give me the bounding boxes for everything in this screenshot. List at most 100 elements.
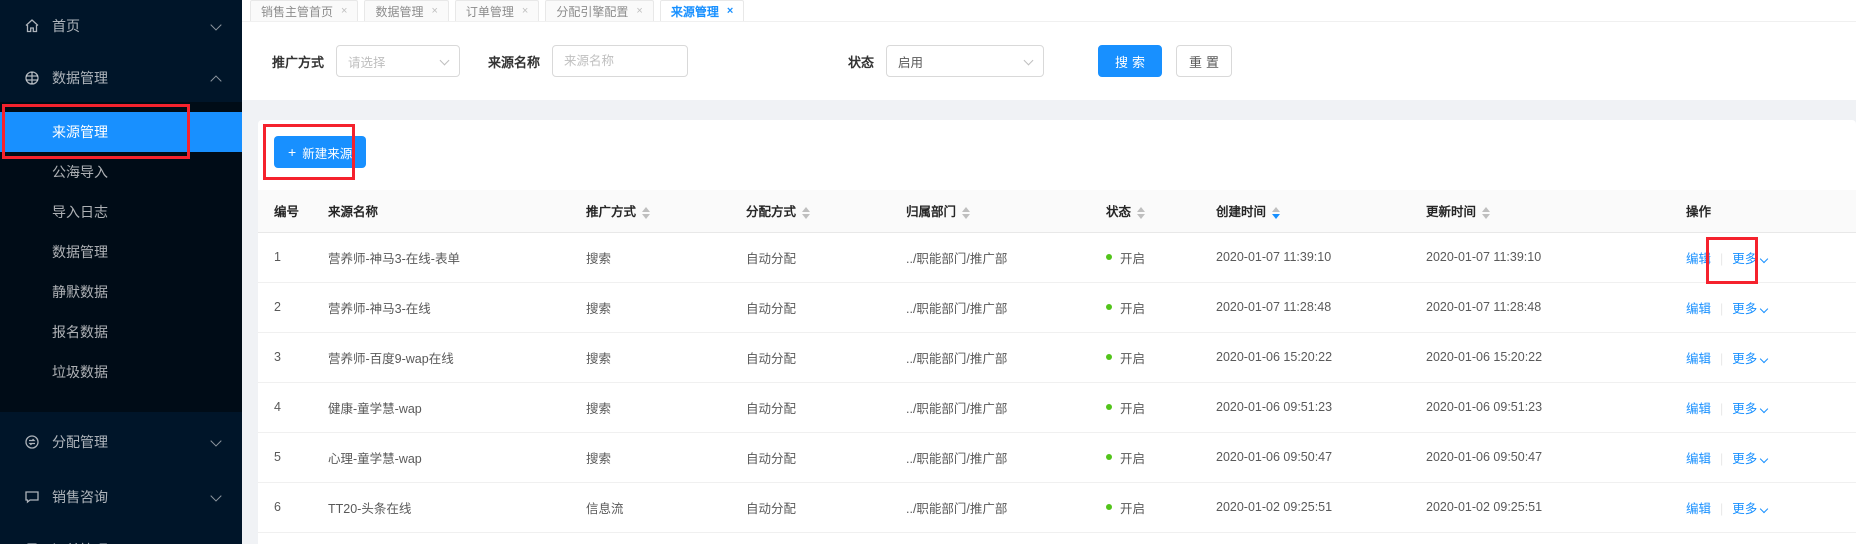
cell-source-name: 营养师-百度9-wap在线 bbox=[312, 332, 570, 383]
edit-link[interactable]: 编辑 bbox=[1686, 402, 1711, 416]
cell-dept: ../职能部门/推广部 bbox=[890, 432, 1090, 483]
edit-link[interactable]: 编辑 bbox=[1686, 252, 1711, 266]
close-icon[interactable]: × bbox=[341, 5, 347, 17]
more-link[interactable]: 更多 bbox=[1732, 402, 1768, 416]
cell-id: 1 bbox=[258, 232, 312, 283]
cell-dept: ../职能部门/推广部 bbox=[890, 382, 1090, 433]
home-icon bbox=[24, 18, 40, 34]
more-link[interactable]: 更多 bbox=[1732, 252, 1768, 266]
status-dot-icon bbox=[1106, 304, 1112, 310]
cell-id: 6 bbox=[258, 482, 312, 533]
sidebar-item-assign-management[interactable]: 分配管理 bbox=[0, 418, 242, 466]
status-select[interactable]: 启用 bbox=[886, 45, 1045, 77]
more-link[interactable]: 更多 bbox=[1732, 302, 1768, 316]
reset-button[interactable]: 重置 bbox=[1176, 45, 1233, 77]
cell-created: 2020-01-06 09:51:23 bbox=[1200, 382, 1410, 433]
sidebar-item-data-management[interactable]: 数据管理 bbox=[0, 54, 242, 102]
tab-label: 销售主管首页 bbox=[261, 4, 334, 19]
promo-method-select[interactable]: 请选择 bbox=[336, 45, 461, 77]
source-name-input[interactable] bbox=[552, 45, 689, 77]
sidebar-item-import-log[interactable]: 导入日志 bbox=[0, 192, 242, 232]
more-link[interactable]: 更多 bbox=[1732, 502, 1768, 516]
main-area: 销售主管首页 × 数据管理 × 订单管理 × 分配引擎配置 × 来源管理 × 推… bbox=[242, 0, 1856, 544]
close-icon[interactable]: × bbox=[431, 5, 437, 17]
edit-link[interactable]: 编辑 bbox=[1686, 302, 1711, 316]
sidebar-item-highseas-import[interactable]: 公海导入 bbox=[0, 152, 242, 192]
sidebar-item-silent-data[interactable]: 静默数据 bbox=[0, 272, 242, 312]
link-divider: | bbox=[1720, 251, 1724, 266]
cell-id: 2 bbox=[258, 282, 312, 333]
cell-assign: 自动分配 bbox=[730, 282, 890, 333]
cell-created: 2020-01-07 11:39:10 bbox=[1200, 232, 1410, 283]
tab-label: 分配引擎配置 bbox=[556, 4, 629, 19]
sidebar-item-source-management[interactable]: 来源管理 bbox=[0, 112, 242, 152]
cell-actions: 编辑 | 更多 bbox=[1670, 382, 1856, 433]
table-row: 5 心理-童学慧-wap 搜索 自动分配 ../职能部门/推广部 开启 2020… bbox=[258, 432, 1856, 483]
cell-promo: 信息流 bbox=[570, 482, 730, 533]
cell-status: 开启 bbox=[1090, 282, 1200, 333]
chevron-up-icon bbox=[212, 74, 220, 82]
cell-source-name: 心理-童学慧-wap bbox=[312, 432, 570, 483]
table-row: 3 营养师-百度9-wap在线 搜索 自动分配 ../职能部门/推广部 开启 2… bbox=[258, 332, 1856, 383]
cell-promo: 搜索 bbox=[570, 432, 730, 483]
column-header-promo-method[interactable]: 推广方式 bbox=[570, 190, 730, 233]
close-icon[interactable]: × bbox=[727, 5, 733, 17]
table-toolbar: + 新建来源 bbox=[258, 120, 1856, 190]
select-value: 启用 bbox=[898, 55, 924, 70]
cell-dept: ../职能部门/推广部 bbox=[890, 332, 1090, 383]
tab-sales-home[interactable]: 销售主管首页 × bbox=[250, 0, 359, 21]
tab-order-management[interactable]: 订单管理 × bbox=[454, 0, 540, 21]
submenu-label: 垃圾数据 bbox=[52, 364, 108, 380]
close-icon[interactable]: × bbox=[522, 5, 528, 17]
sidebar-item-data-management-sub[interactable]: 数据管理 bbox=[0, 232, 242, 272]
column-header-department[interactable]: 归属部门 bbox=[890, 190, 1090, 233]
select-placeholder: 请选择 bbox=[348, 55, 386, 70]
sidebar-item-label: 分配管理 bbox=[52, 434, 108, 450]
column-header-status[interactable]: 状态 bbox=[1090, 190, 1200, 233]
sidebar-item-home[interactable]: 首页 bbox=[0, 2, 242, 50]
close-icon[interactable]: × bbox=[636, 5, 642, 17]
sidebar-item-sales-consult[interactable]: 销售咨询 bbox=[0, 473, 242, 521]
edit-link[interactable]: 编辑 bbox=[1686, 452, 1711, 466]
chevron-down-icon bbox=[1761, 406, 1768, 413]
tab-assign-engine-config[interactable]: 分配引擎配置 × bbox=[545, 0, 654, 21]
more-link[interactable]: 更多 bbox=[1732, 352, 1768, 366]
cell-status: 开启 bbox=[1090, 432, 1200, 483]
plus-icon: + bbox=[288, 144, 297, 160]
sidebar-item-junk-data[interactable]: 垃圾数据 bbox=[0, 352, 242, 392]
cell-id: 4 bbox=[258, 382, 312, 433]
cell-id: 3 bbox=[258, 332, 312, 383]
tab-label: 订单管理 bbox=[465, 4, 514, 19]
submenu-label: 静默数据 bbox=[52, 284, 108, 300]
new-source-button[interactable]: + 新建来源 bbox=[274, 136, 367, 168]
cell-updated: 2020-01-06 15:20:22 bbox=[1410, 332, 1670, 383]
column-header-updated-time[interactable]: 更新时间 bbox=[1410, 190, 1670, 233]
cell-actions: 编辑 | 更多 bbox=[1670, 432, 1856, 483]
cell-created: 2020-01-02 09:25:51 bbox=[1200, 482, 1410, 533]
table-row: 4 健康-童学慧-wap 搜索 自动分配 ../职能部门/推广部 开启 2020… bbox=[258, 382, 1856, 433]
promo-method-label: 推广方式 bbox=[272, 54, 325, 70]
cell-promo: 搜索 bbox=[570, 382, 730, 433]
cell-updated: 2020-01-07 11:28:48 bbox=[1410, 282, 1670, 333]
source-name-label: 来源名称 bbox=[488, 54, 541, 70]
more-link[interactable]: 更多 bbox=[1732, 452, 1768, 466]
edit-link[interactable]: 编辑 bbox=[1686, 502, 1711, 516]
cell-dept: ../职能部门/推广部 bbox=[890, 232, 1090, 283]
sidebar-item-signup-data[interactable]: 报名数据 bbox=[0, 312, 242, 352]
sort-icon bbox=[962, 206, 971, 219]
search-button[interactable]: 搜索 bbox=[1098, 45, 1163, 77]
sort-icon bbox=[1482, 206, 1491, 219]
tab-source-management[interactable]: 来源管理 × bbox=[659, 0, 745, 21]
tab-data-management[interactable]: 数据管理 × bbox=[364, 0, 449, 21]
cell-created: 2020-01-06 09:50:47 bbox=[1200, 432, 1410, 483]
sort-icon bbox=[642, 206, 651, 219]
status-dot-icon bbox=[1106, 454, 1112, 460]
sidebar-item-order-management[interactable]: 订单管理 bbox=[0, 526, 242, 544]
sort-icon bbox=[802, 206, 811, 219]
sidebar-submenu: 来源管理 公海导入 导入日志 数据管理 静默数据 报名数据 垃圾数据 bbox=[0, 102, 242, 412]
cell-updated: 2020-01-06 09:51:23 bbox=[1410, 382, 1670, 433]
edit-link[interactable]: 编辑 bbox=[1686, 352, 1711, 366]
column-header-assign-method[interactable]: 分配方式 bbox=[730, 190, 890, 233]
sidebar-item-label: 首页 bbox=[52, 18, 80, 34]
column-header-created-time[interactable]: 创建时间 bbox=[1200, 190, 1410, 233]
